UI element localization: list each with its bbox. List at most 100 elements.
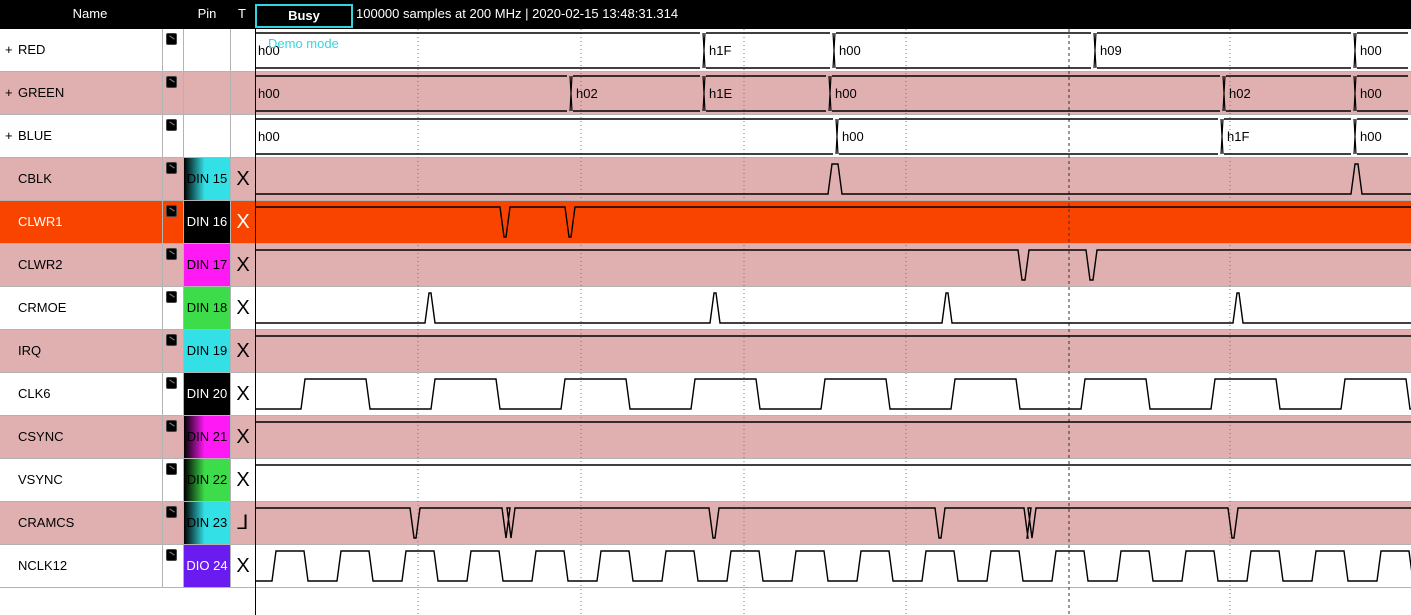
channel-row-csync[interactable]: CSYNC DIN 21 X	[0, 416, 256, 459]
column-divider	[230, 287, 231, 329]
visibility-checkbox[interactable]	[166, 248, 177, 260]
channel-row-green[interactable]: + GREEN	[0, 72, 256, 115]
trigger-toggle[interactable]: X	[233, 545, 253, 587]
channel-row-irq[interactable]: IRQ DIN 19 X	[0, 330, 256, 373]
trigger-toggle[interactable]: X	[233, 330, 253, 372]
column-divider	[162, 373, 163, 415]
visibility-checkbox[interactable]	[166, 119, 177, 131]
column-divider	[230, 29, 231, 71]
pin-label[interactable]: DIN 22	[184, 459, 230, 501]
bus-value-label: h1E	[709, 86, 732, 101]
pin-column-header[interactable]: Pin	[184, 2, 230, 26]
channel-row-cramcs[interactable]: CRAMCS DIN 23 ⅃	[0, 502, 256, 545]
visibility-checkbox[interactable]	[166, 33, 177, 45]
channel-name[interactable]: BLUE	[18, 115, 52, 157]
column-divider	[162, 545, 163, 587]
pin-label[interactable]: DIO 24	[184, 545, 230, 587]
channel-row-clwr1[interactable]: CLWR1 DIN 16 X	[0, 201, 256, 244]
trigger-toggle[interactable]: X	[233, 244, 253, 286]
channel-row-crmoe[interactable]: CRMOE DIN 18 X	[0, 287, 256, 330]
channel-name[interactable]: CRAMCS	[18, 502, 74, 544]
column-divider	[230, 330, 231, 372]
expand-toggle[interactable]: +	[5, 29, 13, 71]
channel-name[interactable]: IRQ	[18, 330, 41, 372]
capture-status-text: 100000 samples at 200 MHz | 2020-02-15 1…	[356, 6, 679, 21]
visibility-checkbox[interactable]	[166, 420, 177, 432]
expand-toggle[interactable]: +	[5, 72, 13, 114]
bus-value-label: h1F	[1227, 129, 1249, 144]
channel-name[interactable]: CRMOE	[18, 287, 66, 329]
column-divider	[230, 502, 231, 544]
column-divider	[230, 115, 231, 157]
trigger-toggle[interactable]: X	[233, 201, 253, 243]
visibility-checkbox[interactable]	[166, 506, 177, 518]
channel-row-nclk12[interactable]: NCLK12 DIO 24 X	[0, 545, 256, 588]
channel-row-clwr2[interactable]: CLWR2 DIN 17 X	[0, 244, 256, 287]
column-divider	[230, 545, 231, 587]
visibility-checkbox[interactable]	[166, 463, 177, 475]
channel-name[interactable]: CBLK	[18, 158, 52, 200]
channel-name[interactable]: NCLK12	[18, 545, 67, 587]
trigger-toggle[interactable]: X	[233, 158, 253, 200]
channel-name[interactable]: CLWR2	[18, 244, 63, 286]
pin-label[interactable]: DIN 19	[184, 330, 230, 372]
expand-toggle[interactable]: +	[5, 115, 13, 157]
pin-label[interactable]: DIN 21	[184, 416, 230, 458]
trigger-toggle[interactable]: ⅃	[233, 502, 253, 544]
pin-label[interactable]: DIN 18	[184, 287, 230, 329]
channel-name[interactable]: VSYNC	[18, 459, 63, 501]
column-divider	[162, 502, 163, 544]
visibility-checkbox[interactable]	[166, 291, 177, 303]
pin-label[interactable]: DIN 17	[184, 244, 230, 286]
channel-row-blue[interactable]: + BLUE	[0, 115, 256, 158]
column-divider	[162, 330, 163, 372]
channel-name[interactable]: CSYNC	[18, 416, 64, 458]
bus-value-label: h02	[1229, 86, 1251, 101]
trigger-toggle[interactable]: X	[233, 416, 253, 458]
pin-label[interactable]: DIN 15	[184, 158, 230, 200]
channel-name[interactable]: RED	[18, 29, 45, 71]
trigger-toggle[interactable]	[233, 72, 253, 114]
pin-label[interactable]	[184, 115, 230, 157]
visibility-checkbox[interactable]	[166, 377, 177, 389]
channel-row-red[interactable]: + RED	[0, 29, 256, 72]
column-divider	[162, 158, 163, 200]
pin-label[interactable]: DIN 16	[184, 201, 230, 243]
pin-label[interactable]	[184, 72, 230, 114]
channel-name[interactable]: GREEN	[18, 72, 64, 114]
name-column-header[interactable]: Name	[0, 2, 180, 26]
visibility-checkbox[interactable]	[166, 334, 177, 346]
channel-row-cblk[interactable]: CBLK DIN 15 X	[0, 158, 256, 201]
busy-button[interactable]: Busy	[255, 4, 353, 28]
pin-label[interactable]: DIN 23	[184, 502, 230, 544]
header-bar: Name Pin T Busy 100000 samples at 200 MH…	[0, 0, 1411, 29]
trigger-toggle[interactable]	[233, 29, 253, 71]
bus-value-label: h00	[258, 86, 280, 101]
bus-value-label: h1F	[709, 43, 731, 58]
pin-label[interactable]: DIN 20	[184, 373, 230, 415]
column-divider	[230, 459, 231, 501]
pin-label[interactable]	[184, 29, 230, 71]
waveform-view[interactable]: h00 h1F h00 h09 h00 h00 h02 h1E h00 h02 h00 h00 h00 h…	[256, 29, 1411, 615]
bus-value-label: h00	[839, 43, 861, 58]
column-divider	[230, 244, 231, 286]
visibility-checkbox[interactable]	[166, 162, 177, 174]
column-divider	[162, 416, 163, 458]
channel-name[interactable]: CLK6	[18, 373, 51, 415]
visibility-checkbox[interactable]	[166, 549, 177, 561]
column-divider	[230, 201, 231, 243]
trigger-toggle[interactable]: X	[233, 287, 253, 329]
column-divider	[162, 244, 163, 286]
visibility-checkbox[interactable]	[166, 205, 177, 217]
trigger-toggle[interactable]	[233, 115, 253, 157]
trigger-toggle[interactable]: X	[233, 373, 253, 415]
channel-row-clk6[interactable]: CLK6 DIN 20 X	[0, 373, 256, 416]
column-divider	[230, 158, 231, 200]
trigger-column-header[interactable]: T	[232, 2, 252, 26]
channel-name[interactable]: CLWR1	[18, 201, 63, 243]
trigger-toggle[interactable]: X	[233, 459, 253, 501]
channel-row-vsync[interactable]: VSYNC DIN 22 X	[0, 459, 256, 502]
visibility-checkbox[interactable]	[166, 76, 177, 88]
column-divider	[162, 459, 163, 501]
column-divider	[162, 29, 163, 71]
